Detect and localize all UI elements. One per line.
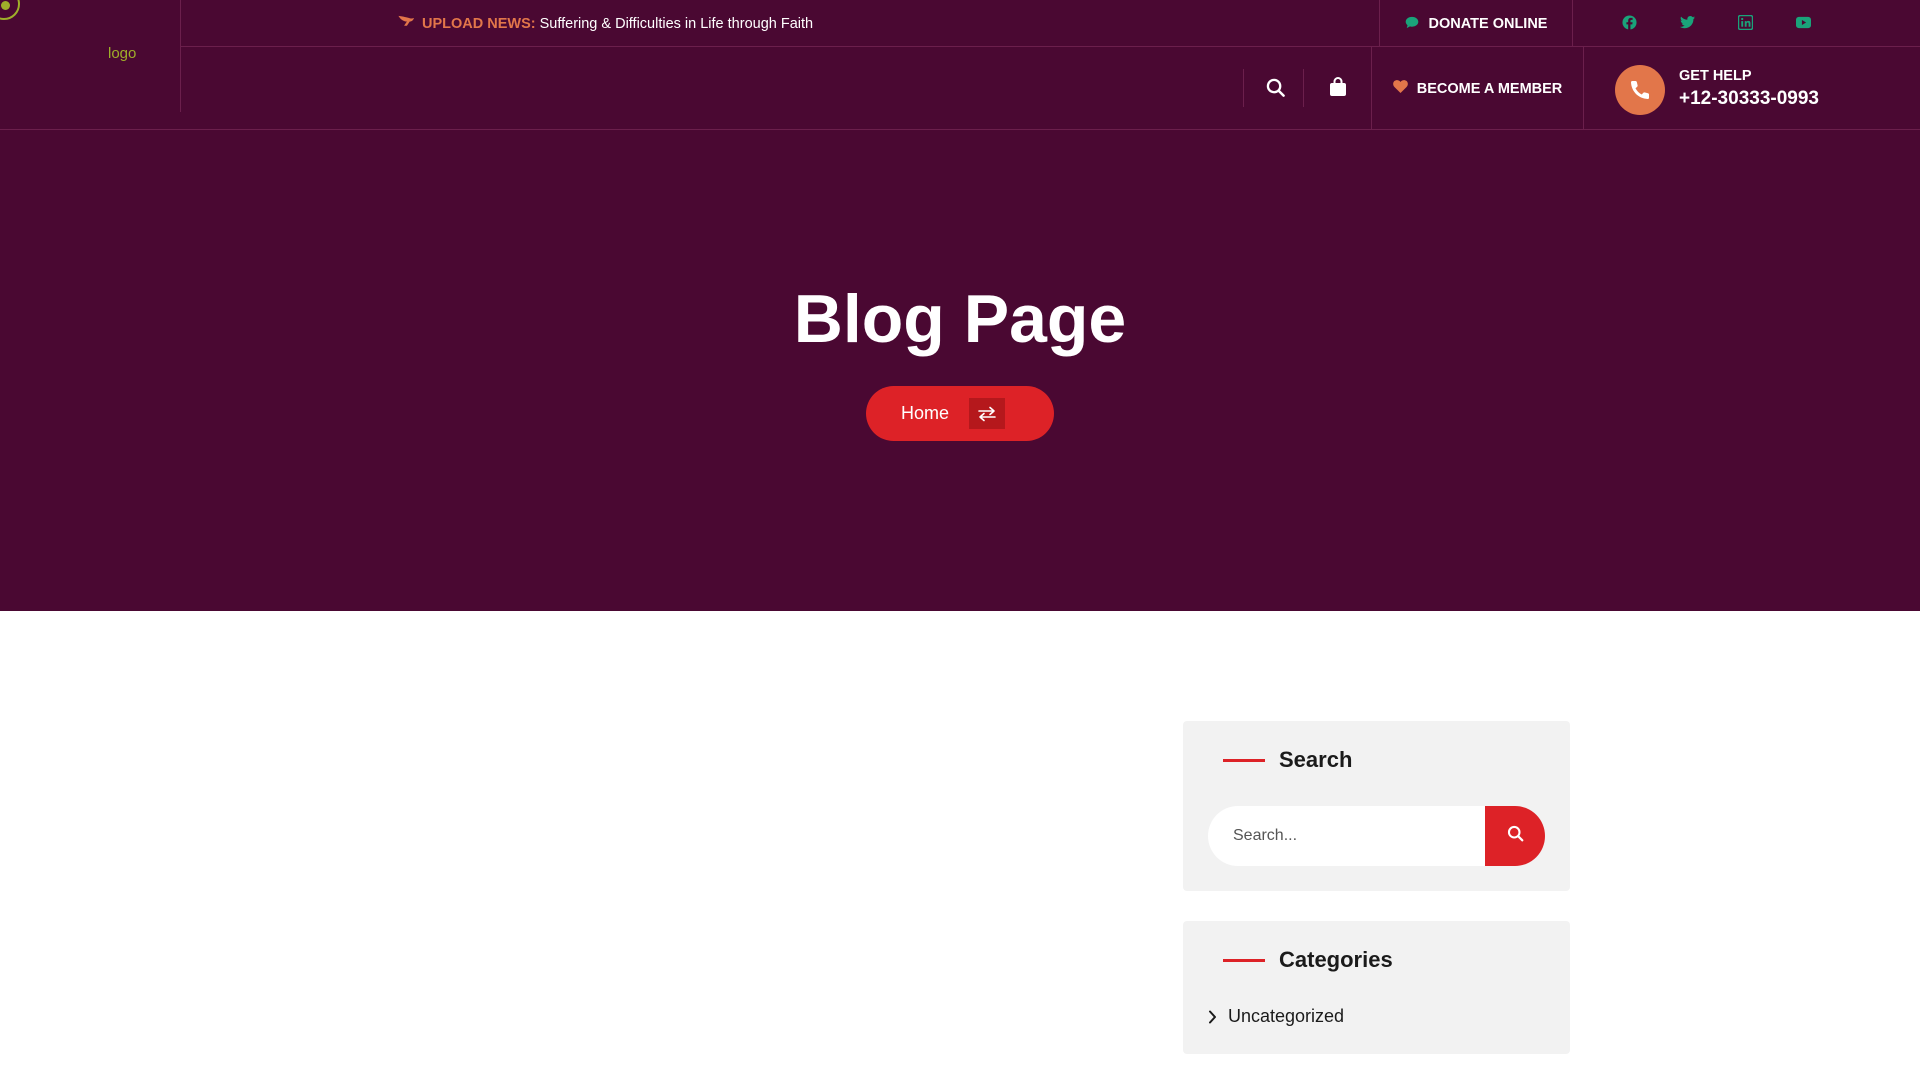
site-logo[interactable]: logo <box>108 45 136 62</box>
become-member-label: BECOME A MEMBER <box>1416 80 1563 97</box>
chat-bubble-icon <box>1405 16 1419 32</box>
heading-accent-line <box>1223 758 1265 762</box>
search-icon <box>1507 825 1524 847</box>
nav-divider <box>1303 69 1304 107</box>
get-help-label: GET HELP <box>1679 68 1752 84</box>
upload-news: UPLOAD NEWS: Suffering & Difficulties in… <box>397 14 813 34</box>
page-title: Blog Page <box>793 281 1127 357</box>
search-input[interactable] <box>1208 806 1486 866</box>
help-phone-number[interactable]: +12-30333-0993 <box>1679 88 1819 110</box>
chevron-right-icon <box>1208 1010 1220 1024</box>
news-headline-link[interactable]: Suffering & Difficulties in Life through… <box>540 16 814 32</box>
heart-icon <box>1392 80 1408 97</box>
donate-label: DONATE ONLINE <box>1428 15 1548 32</box>
shopping-bag-icon[interactable] <box>1326 75 1350 99</box>
widget-heading: Search <box>1223 747 1352 773</box>
nav-divider <box>1243 69 1244 107</box>
news-label: UPLOAD NEWS: <box>422 16 536 32</box>
linkedin-icon[interactable] <box>1737 14 1753 30</box>
become-member-button[interactable]: BECOME A MEMBER <box>1371 47 1584 130</box>
heading-accent-line <box>1223 958 1265 962</box>
breadcrumb-home-link[interactable]: Home <box>901 403 949 424</box>
logo-area: logo <box>0 0 181 112</box>
search-icon[interactable] <box>1263 75 1287 99</box>
search-widget: Search <box>1183 721 1570 891</box>
site-header: logo UPLOAD NEWS: Suffering & Difficulti… <box>0 0 1920 130</box>
breadcrumb: Home <box>866 386 1054 441</box>
youtube-icon[interactable] <box>1795 14 1811 30</box>
page-banner: Blog Page Home <box>0 130 1920 611</box>
categories-widget: Categories Uncategorized <box>1183 921 1570 1054</box>
search-submit-button[interactable] <box>1485 806 1545 866</box>
categories-widget-title: Categories <box>1279 947 1393 972</box>
dove-icon <box>397 14 414 34</box>
main-nav: BECOME A MEMBER GET HELP +12-30333-0993 <box>181 47 1920 130</box>
swap-arrows-icon <box>969 398 1006 429</box>
facebook-icon[interactable] <box>1621 14 1637 30</box>
cursor-indicator <box>0 0 20 20</box>
widget-heading: Categories <box>1223 947 1393 973</box>
donate-online-button[interactable]: DONATE ONLINE <box>1379 0 1573 47</box>
category-link[interactable]: Uncategorized <box>1208 1006 1344 1027</box>
search-widget-title: Search <box>1279 747 1353 772</box>
category-label: Uncategorized <box>1228 1006 1345 1026</box>
phone-icon[interactable] <box>1615 65 1665 115</box>
top-bar: UPLOAD NEWS: Suffering & Difficulties in… <box>181 0 1920 47</box>
social-links <box>1621 14 1853 30</box>
twitter-icon[interactable] <box>1679 14 1695 30</box>
